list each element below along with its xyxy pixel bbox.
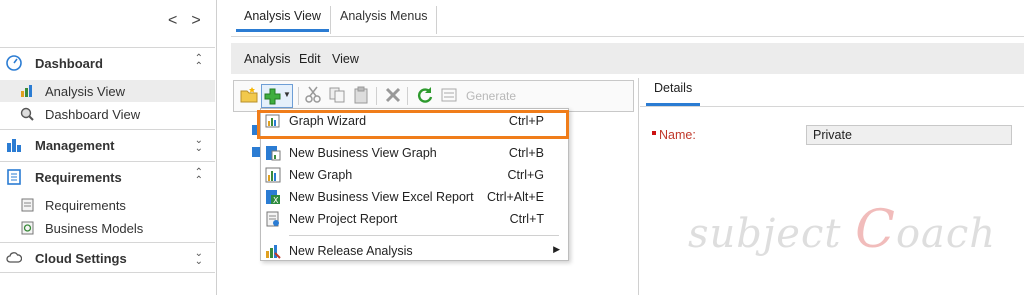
sidebar-item-dashboard-view[interactable]: Dashboard View [0,103,215,125]
section-label: Requirements [35,170,122,185]
management-bars-icon [7,139,21,152]
analysis-chart-icon [21,85,32,97]
menu-view[interactable]: View [332,52,359,66]
details-tab-line [640,106,1024,107]
expand-chevron-icon[interactable]: ⌄ ⌄ [195,136,203,154]
cloud-icon [6,252,22,263]
tab-divider [436,6,437,34]
menu-item-shortcut: Ctrl+T [509,212,544,226]
requirements-doc-icon [7,169,21,185]
menu-edit[interactable]: Edit [299,52,321,66]
divider [0,272,215,273]
submenu-arrow-icon: ▶ [553,244,560,254]
chevron-right-icon[interactable]: > [191,12,214,29]
sidebar-item-label: Analysis View [45,84,125,99]
section-management[interactable]: Management ⌄ ⌄ [0,129,215,159]
menu-item-shortcut: Ctrl+G [507,168,544,182]
section-label: Dashboard [35,56,103,71]
sidebar-item-analysis-view[interactable]: Analysis View [0,80,215,102]
menu-item-new-business-view-excel-report[interactable]: X New Business View Excel Report Ctrl+Al… [261,187,568,207]
new-folder-icon[interactable] [240,86,258,104]
delete-icon[interactable] [384,86,402,104]
dropdown-arrow-icon: ▼ [283,90,291,99]
business-model-icon [21,221,34,235]
panel-divider [638,78,639,295]
menu-item-shortcut: Ctrl+Alt+E [487,190,544,204]
menu-item-shortcut: Ctrl+B [508,146,544,160]
name-field[interactable]: Private [806,125,1012,145]
excel-report-icon: X [266,190,280,205]
sidebar-item-requirements[interactable]: Requirements [0,194,215,216]
project-report-icon [266,211,279,227]
menu-item-new-project-report[interactable]: New Project Report Ctrl+T [261,209,568,229]
new-graph-icon [265,167,281,183]
tab-details[interactable]: Details [646,78,701,106]
section-label: Cloud Settings [35,251,127,266]
section-label: Management [35,138,115,153]
toolbar-divider [407,87,408,105]
dashboard-gauge-icon [6,55,22,71]
expand-chevron-icon[interactable]: ⌄ ⌄ [195,249,203,267]
menu-item-label: New Business View Graph [289,146,437,160]
sidebar-item-business-models[interactable]: Business Models [0,217,215,239]
refresh-icon[interactable] [416,86,434,104]
menu-item-new-release-analysis[interactable]: New Release Analysis ▶ [261,241,568,261]
highlight-box [257,110,569,139]
section-cloud-settings[interactable]: Cloud Settings ⌄ ⌄ [0,242,215,272]
cut-icon[interactable] [304,86,322,104]
sidebar: <> Dashboard ⌃ ⌃ Analysis View Dashboard … [0,0,217,295]
menu-item-label: New Graph [289,168,353,182]
collapse-chevron-icon[interactable]: ⌃ ⌃ [195,168,203,186]
add-dropdown-button[interactable]: ▼ [261,84,293,108]
watermark-logo: subject Coach [688,200,996,260]
tab-divider [330,6,331,34]
menu-item-label: New Business View Excel Report [289,190,474,204]
generate-button-label[interactable]: Generate [466,89,516,103]
tab-analysis-menus[interactable]: Analysis Menus [332,4,436,32]
generate-icon[interactable] [440,86,458,104]
svg-text:X: X [273,196,279,205]
business-view-graph-icon [266,146,281,161]
toolbar-divider [376,87,377,105]
toolbar-divider [298,87,299,105]
requirement-doc-icon [21,198,34,212]
nav-arrows: <> [168,12,215,30]
copy-icon[interactable] [328,86,346,104]
sidebar-item-label: Dashboard View [45,107,141,122]
sidebar-item-label: Requirements [45,198,126,213]
required-marker [652,131,656,135]
watermark-text: oach [895,211,997,257]
collapse-chevron-icon[interactable]: ⌃ ⌃ [195,54,203,72]
watermark-letter: C [855,200,896,260]
paste-icon[interactable] [352,86,370,104]
name-field-label: Name: [659,128,696,142]
section-dashboard[interactable]: Dashboard ⌃ ⌃ [0,47,215,77]
section-requirements[interactable]: Requirements ⌃ ⌃ [0,161,215,191]
plus-icon [264,88,281,105]
release-analysis-icon [266,245,281,259]
sidebar-item-label: Business Models [45,221,144,236]
menu-analysis[interactable]: Analysis [244,52,291,66]
menu-separator [289,235,559,236]
menu-item-new-graph[interactable]: New Graph Ctrl+G [261,165,568,185]
menu-item-label: New Release Analysis [289,244,413,258]
menu-item-label: New Project Report [289,212,398,226]
tab-analysis-view[interactable]: Analysis View [236,4,329,32]
menu-item-new-business-view-graph[interactable]: New Business View Graph Ctrl+B [261,143,568,163]
chevron-left-icon[interactable]: < [168,12,191,29]
magnifier-icon [20,107,34,121]
watermark-text: subject [688,211,842,257]
tab-strip-line [231,36,1024,37]
